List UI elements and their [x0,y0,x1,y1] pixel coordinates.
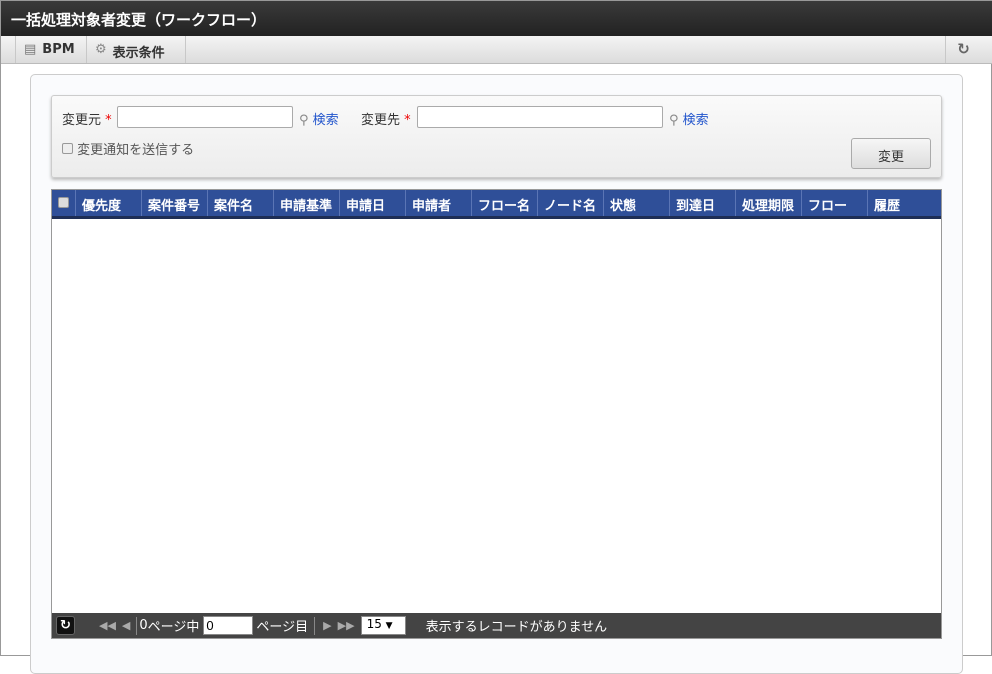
page-size-select[interactable]: 15 ▼ [360,616,406,635]
from-search-link[interactable]: ⚲ 検索 [299,109,339,128]
col-header[interactable]: フロー [802,190,868,216]
refresh-icon[interactable]: ↻ [56,616,75,635]
col-header[interactable]: 状態 [604,190,670,216]
from-input[interactable] [117,106,293,128]
col-header[interactable]: ノード名 [538,190,604,216]
page-input[interactable] [203,616,254,635]
list-icon: ▤ [24,42,37,57]
col-header[interactable]: 優先度 [76,190,142,216]
pager: ↻ ◀◀ ◀ 0 ページ中 ページ目 ▶ ▶▶ 15 ▼ 表示するレコードがあり… [52,613,941,638]
dropdown-arrow-icon: ▼ [385,621,393,631]
to-input[interactable] [417,106,663,128]
col-header[interactable]: 申請日 [340,190,406,216]
notify-option[interactable]: 変更通知を送信する [62,139,194,158]
bpm-label: BPM [42,42,75,57]
refresh-icon[interactable]: ↻ [945,36,981,63]
results-grid: 優先度 案件番号 案件名 申請基準 申請日 申請者 フロー名 ノード名 状態 到… [51,189,942,639]
next-page-icon[interactable]: ▶ [323,619,331,632]
last-page-icon[interactable]: ▶▶ [338,619,355,632]
col-header[interactable]: 申請基準 [274,190,340,216]
total-pages: 0 [139,618,148,633]
window-title: 一括処理対象者変更（ワークフロー） [1,1,992,36]
change-button[interactable]: 変更 [851,138,931,169]
search-icon: ⚲ [669,113,679,128]
prev-page-icon[interactable]: ◀ [122,619,130,632]
from-label: 変更元 * [62,113,112,128]
bpm-menu[interactable]: ▤ BPM [15,36,87,63]
col-header[interactable]: 申請者 [406,190,472,216]
gear-icon: ⚙ [95,42,107,57]
col-header[interactable]: 案件名 [208,190,274,216]
to-label: 変更先 * [361,113,411,128]
toolbar: ▤ BPM ⚙ 表示条件 ↻ [1,36,992,64]
page-suffix-label: ページ目 [256,620,309,635]
col-header[interactable]: フロー名 [472,190,538,216]
first-page-icon[interactable]: ◀◀ [99,619,116,632]
col-header[interactable]: 到達日 [670,190,736,216]
grid-header: 優先度 案件番号 案件名 申請基準 申請日 申請者 フロー名 ノード名 状態 到… [52,190,941,219]
select-all-checkbox[interactable] [52,190,76,216]
pager-message: 表示するレコードがありません [425,620,608,635]
search-icon: ⚲ [299,113,309,128]
display-conditions-menu[interactable]: ⚙ 表示条件 [87,36,186,63]
col-header[interactable]: 案件番号 [142,190,208,216]
display-conditions-label: 表示条件 [112,46,165,61]
col-header[interactable]: 履歴 [868,190,940,216]
search-form: 変更元 * ⚲ 検索 変更先 * ⚲ 検索 変更通知を送信する 変更 [51,95,942,178]
of-pages-label: ページ中 [147,620,200,635]
to-search-link[interactable]: ⚲ 検索 [669,109,709,128]
notify-checkbox[interactable] [62,143,73,154]
col-header[interactable]: 処理期限 [736,190,802,216]
